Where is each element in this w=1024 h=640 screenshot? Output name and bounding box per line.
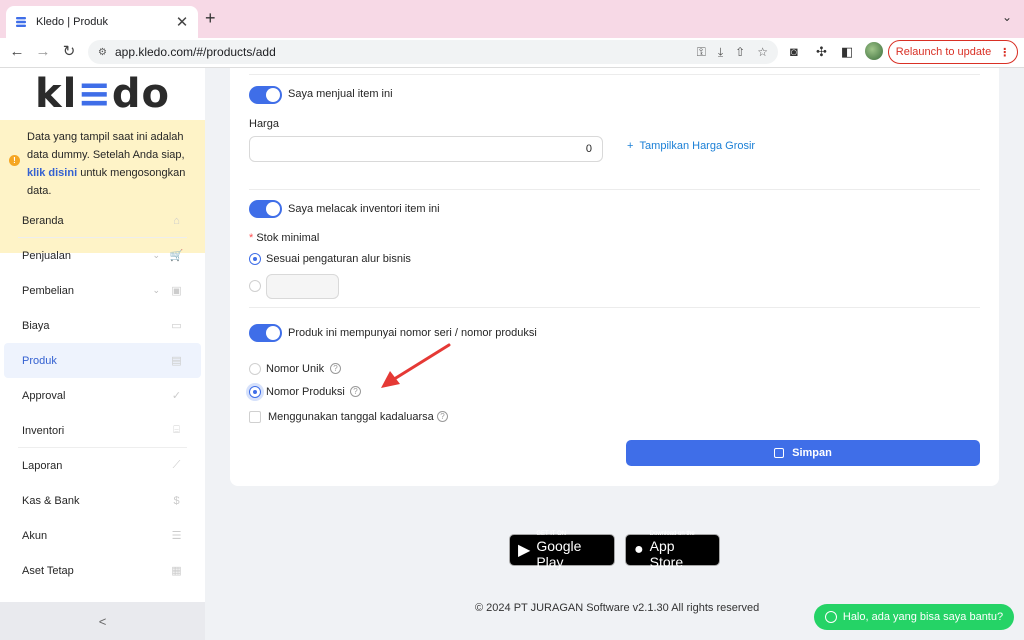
whatsapp-label: Halo, ada yang bisa saya bantu? [842,611,1004,623]
site-info-icon[interactable]: ⚙ [98,47,107,58]
tab-title: Kledo | Produk [36,16,108,28]
sidebar-item-beranda[interactable]: Beranda ⌂ [0,203,205,238]
logo-text-e: ≡ [77,71,112,117]
kledo-favicon-icon [16,17,26,27]
check-icon: ✓ [171,390,182,402]
sidebar-item-label: Kas & Bank [22,494,80,507]
google-play-big: Google Play [536,537,582,570]
browser-toolbar: ← → ↻ ⚙ app.kledo.com/#/products/add ⚿ ⤓… [0,38,1024,68]
sidebar-item-label: Produk [22,354,57,367]
warning-icon: ! [9,155,20,166]
back-icon[interactable]: ← [8,43,26,61]
google-play-small: GET IT ON [536,530,567,537]
kledo-logo[interactable]: kl ≡ do [0,68,205,120]
sidebar-item-label: Approval [22,389,66,402]
new-tab-button[interactable]: + [205,8,216,29]
chevron-left-icon: < [98,613,107,629]
sidebar-item-label: Aset Tetap [22,564,74,577]
clear-data-link[interactable]: klik disini [27,167,77,179]
apple-icon: ● [634,541,644,558]
warehouse-icon: ⌸ [173,424,180,436]
sidebar-item-produk[interactable]: Produk ▤ [4,343,201,378]
sidebar-item-label: Penjualan [22,249,71,262]
sidebar-item-label: Inventori [22,424,65,437]
dollar-icon: $ [173,494,180,507]
notice-text-before: Data yang tampil saat ini adalah data du… [27,131,185,161]
url-text[interactable]: app.kledo.com/#/products/add [115,45,685,59]
whatsapp-icon [824,611,837,623]
chevron-down-icon: ⌄ [152,285,160,295]
sidebar-item-label: Biaya [22,319,50,332]
sidebar-item-inventori[interactable]: Inventori ⌸ [0,413,205,448]
reload-icon[interactable]: ↻ [60,43,78,61]
home-icon: ⌂ [173,214,180,227]
sidebar-item-aset-tetap[interactable]: Aset Tetap ▦ [0,553,205,588]
app-store-badge[interactable]: ● Download on the App Store [625,530,720,570]
logo-text-rest: do [111,71,170,117]
card-icon: ▭ [171,320,182,332]
sidebar-item-laporan[interactable]: Laporan ⟋ [0,448,205,483]
sidebar: kl ≡ do ! Data yang tampil saat ini adalah… [0,68,205,640]
main-content: Saya menjual item ini Harga 0 + Tampilka… [205,68,1024,640]
address-bar[interactable]: ⚙ app.kledo.com/#/products/add ⚿ ⤓ ⇧ ☆ [88,40,778,64]
sidebar-item-akun[interactable]: Akun ☰ [0,518,205,553]
chevron-down-icon: ⌄ [152,250,160,260]
profile-avatar[interactable] [865,42,883,60]
install-icon[interactable]: ⤓ [718,45,723,60]
close-tab-icon[interactable]: ✕ [174,13,190,31]
sidebar-item-label: Laporan [22,459,63,472]
bookmark-star-icon[interactable]: ☆ [757,45,768,59]
google-play-badge[interactable]: ▶ GET IT ON Google Play [509,530,615,570]
bag-icon: ▣ [171,285,182,297]
sidebar-item-biaya[interactable]: Biaya ▭ [0,308,205,343]
app-store-small: Download on the [649,530,695,537]
forward-icon[interactable]: → [34,43,52,61]
relaunch-button[interactable]: Relaunch to update ⋮ [888,40,1018,64]
side-panel-icon[interactable]: ◧ [841,44,853,60]
sidebar-item-label: Pembelian [22,284,74,297]
sidebar-menu: Beranda ⌂ Penjualan ⌄ 🛒 Pembelian ⌄ ▣ Biaya ▭ … [0,203,205,588]
tab-search-chevron-icon[interactable]: ⌄ [1002,10,1012,24]
camera-icon[interactable]: ◙ [790,44,798,59]
extensions-puzzle-icon[interactable]: ✣ [816,44,827,60]
app-store-big: App Store [649,537,684,570]
chart-icon: ⟋ [172,459,181,471]
basket-icon: 🛒 [169,250,184,262]
key-icon[interactable]: ⚿ [697,45,706,60]
relaunch-label: Relaunch to update [895,46,992,58]
whatsapp-chat-button[interactable]: Halo, ada yang bisa saya bantu? [814,604,1014,630]
sidebar-item-label: Akun [22,529,48,542]
sidebar-item-approval[interactable]: Approval ✓ [0,378,205,413]
sidebar-item-kas-bank[interactable]: Kas & Bank $ [0,483,205,518]
logo-text-k: kl [35,71,78,117]
collapse-sidebar-button[interactable]: < [0,602,205,640]
list-icon: ☰ [171,530,182,542]
share-icon[interactable]: ⇧ [735,45,745,59]
sidebar-item-penjualan[interactable]: Penjualan ⌄ 🛒 [0,238,205,273]
footer-copyright: © 2024 PT JURAGAN Software v2.1.30 All r… [475,602,760,614]
sidebar-item-pembelian[interactable]: Pembelian ⌄ ▣ [0,273,205,308]
google-play-icon: ▶ [518,542,531,559]
sidebar-item-label: Beranda [22,214,64,227]
browser-tab[interactable]: Kledo | Produk ✕ [6,6,198,38]
menu-dots-icon: ⋮ [999,46,1011,59]
box-icon: ▤ [171,355,182,367]
building-icon: ▦ [171,565,182,577]
browser-tab-bar: Kledo | Produk ✕ + ⌄ [0,0,1024,38]
